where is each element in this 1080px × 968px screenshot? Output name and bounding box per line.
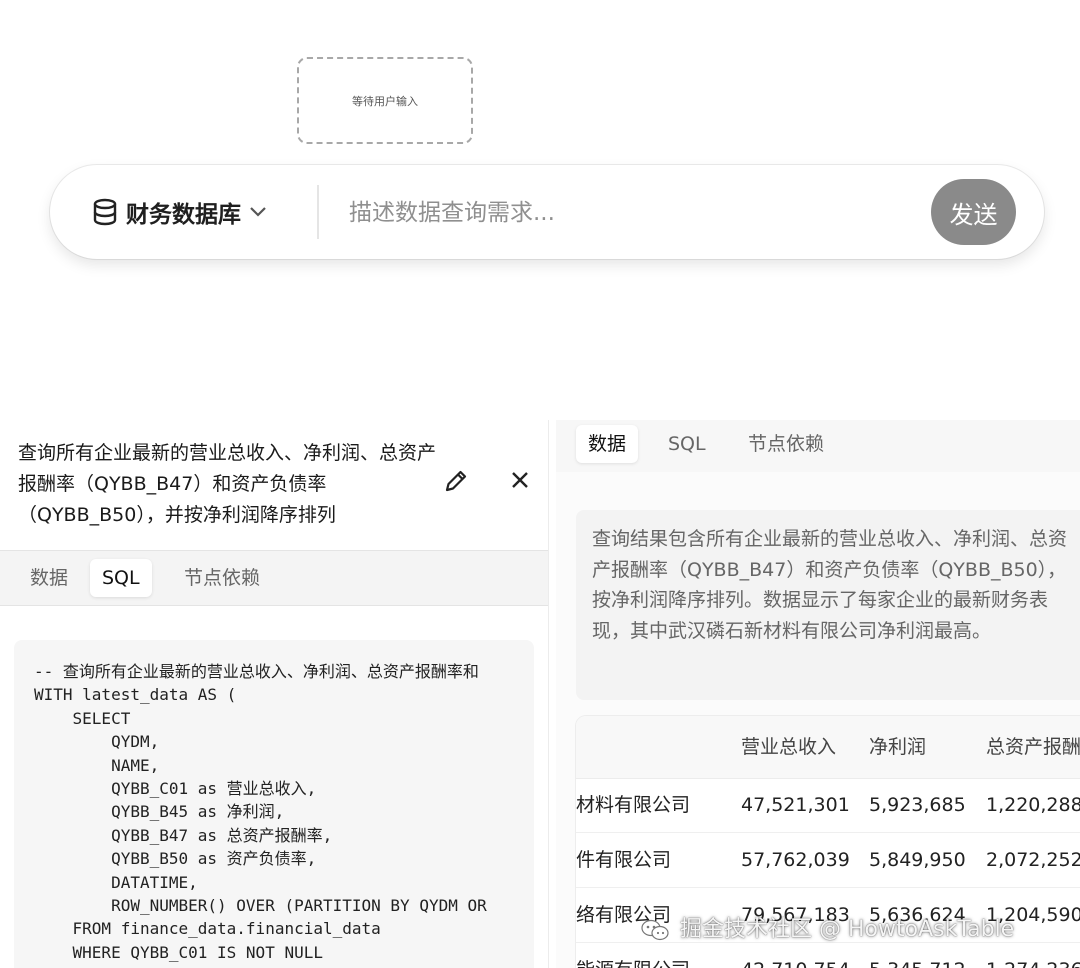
- database-selector[interactable]: 财务数据库: [92, 193, 267, 231]
- panel-divider: [548, 420, 549, 968]
- panel-title: 查询所有企业最新的营业总收入、净利润、总资产报酬率（QYBB_B47）和资产负债…: [18, 442, 437, 526]
- tab-node-dependencies[interactable]: 节点依赖: [736, 425, 836, 463]
- table-cell: 5,345,712: [869, 943, 966, 968]
- table-row[interactable]: 材料有限公司 47,521,301 5,923,685 1,220,288: [576, 778, 1080, 833]
- table-header: 营业总收入 净利润 总资产报酬: [576, 716, 1080, 779]
- column-header[interactable]: 总资产报酬: [986, 716, 1080, 778]
- table-cell: 57,762,039: [741, 849, 850, 871]
- query-input[interactable]: [347, 191, 911, 235]
- table-cell: 件有限公司: [576, 849, 672, 871]
- divider: [317, 185, 319, 239]
- close-icon[interactable]: [509, 469, 531, 491]
- result-table: 营业总收入 净利润 总资产报酬 材料有限公司 47,521,301 5,923,…: [576, 716, 1080, 968]
- sql-code-block[interactable]: -- 查询所有企业最新的营业总收入、净利润、总资产报酬率和 WITH lates…: [14, 640, 534, 968]
- sql-code: -- 查询所有企业最新的营业总收入、净利润、总资产报酬率和 WITH lates…: [34, 662, 487, 962]
- table-cell: 1,220,288: [986, 794, 1080, 816]
- database-name: 财务数据库: [126, 202, 241, 228]
- tab-data[interactable]: 数据: [18, 559, 80, 597]
- data-result-panel: 数据 SQL 节点依赖 查询结果包含所有企业最新的营业总收入、净利润、总资产报酬…: [556, 420, 1080, 968]
- table-row[interactable]: 络有限公司 79,567,183 5,636,624 1,204,590: [576, 888, 1080, 943]
- table-cell: 材料有限公司: [576, 794, 691, 816]
- table-cell: 2,072,252: [986, 849, 1080, 871]
- table-cell: 47,521,301: [741, 794, 850, 816]
- table-cell: 79,567,183: [741, 904, 850, 926]
- table-cell: 5,636,624: [869, 904, 966, 926]
- waiting-for-input-node[interactable]: 等待用户输入: [297, 57, 473, 144]
- tab-data[interactable]: 数据: [576, 425, 639, 463]
- tab-sql[interactable]: SQL: [656, 425, 718, 463]
- database-icon: [92, 198, 118, 226]
- table-cell: 42,710,754: [741, 943, 850, 968]
- tab-sql[interactable]: SQL: [90, 559, 152, 597]
- tab-bar: 数据 SQL 节点依赖: [556, 420, 1080, 472]
- tab-node-dependencies[interactable]: 节点依赖: [172, 559, 272, 597]
- result-summary: 查询结果包含所有企业最新的营业总收入、净利润、总资产报酬率（QYBB_B47）和…: [576, 510, 1080, 700]
- table-cell: 1,204,590: [986, 904, 1080, 926]
- table-cell: 能源有限公司: [576, 943, 690, 968]
- edit-icon[interactable]: [443, 468, 469, 494]
- column-header[interactable]: 净利润: [869, 716, 926, 778]
- chevron-down-icon: [249, 206, 267, 218]
- node-detail-panel: 查询所有企业最新的营业总收入、净利润、总资产报酬率（QYBB_B47）和资产负债…: [0, 420, 548, 968]
- column-header[interactable]: 营业总收入: [741, 716, 836, 778]
- send-button[interactable]: 发送: [931, 179, 1016, 245]
- table-cell: 络有限公司: [576, 904, 672, 926]
- table-cell: 5,923,685: [869, 794, 966, 816]
- table-cell: 1,274,236: [986, 943, 1080, 968]
- node-label: 等待用户输入: [352, 94, 418, 108]
- table-cell: 5,849,950: [869, 849, 966, 871]
- query-bar: 财务数据库 发送: [50, 165, 1044, 259]
- tab-bar: 数据 SQL 节点依赖: [0, 550, 548, 606]
- table-row[interactable]: 件有限公司 57,762,039 5,849,950 2,072,252: [576, 833, 1080, 888]
- table-row[interactable]: 能源有限公司 42,710,754 5,345,712 1,274,236: [576, 943, 1080, 968]
